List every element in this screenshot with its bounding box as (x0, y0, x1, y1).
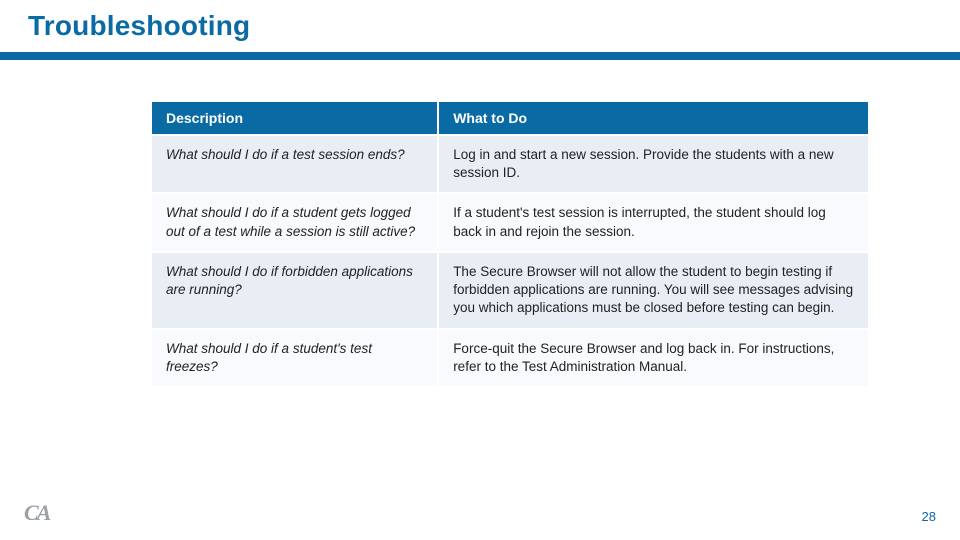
cell-description: What should I do if a student's test fre… (151, 329, 438, 387)
cell-description: What should I do if forbidden applicatio… (151, 252, 438, 329)
col-header-what-to-do: What to Do (438, 101, 869, 135)
content-area: Description What to Do What should I do … (0, 60, 960, 388)
table-row: What should I do if a student's test fre… (151, 329, 869, 387)
col-header-description: Description (151, 101, 438, 135)
cell-what-to-do: Log in and start a new session. Provide … (438, 135, 869, 193)
title-bar: Troubleshooting (0, 0, 960, 60)
page-title: Troubleshooting (28, 10, 250, 42)
table-header-row: Description What to Do (151, 101, 869, 135)
table-row: What should I do if a test session ends?… (151, 135, 869, 193)
cell-what-to-do: Force-quit the Secure Browser and log ba… (438, 329, 869, 387)
table-row: What should I do if a student gets logge… (151, 193, 869, 251)
page-number: 28 (922, 509, 936, 524)
cell-description: What should I do if a student gets logge… (151, 193, 438, 251)
table-row: What should I do if forbidden applicatio… (151, 252, 869, 329)
cell-what-to-do: The Secure Browser will not allow the st… (438, 252, 869, 329)
troubleshooting-table: Description What to Do What should I do … (150, 100, 870, 388)
cell-description: What should I do if a test session ends? (151, 135, 438, 193)
cell-what-to-do: If a student's test session is interrupt… (438, 193, 869, 251)
footer-logo: CA (24, 500, 49, 526)
